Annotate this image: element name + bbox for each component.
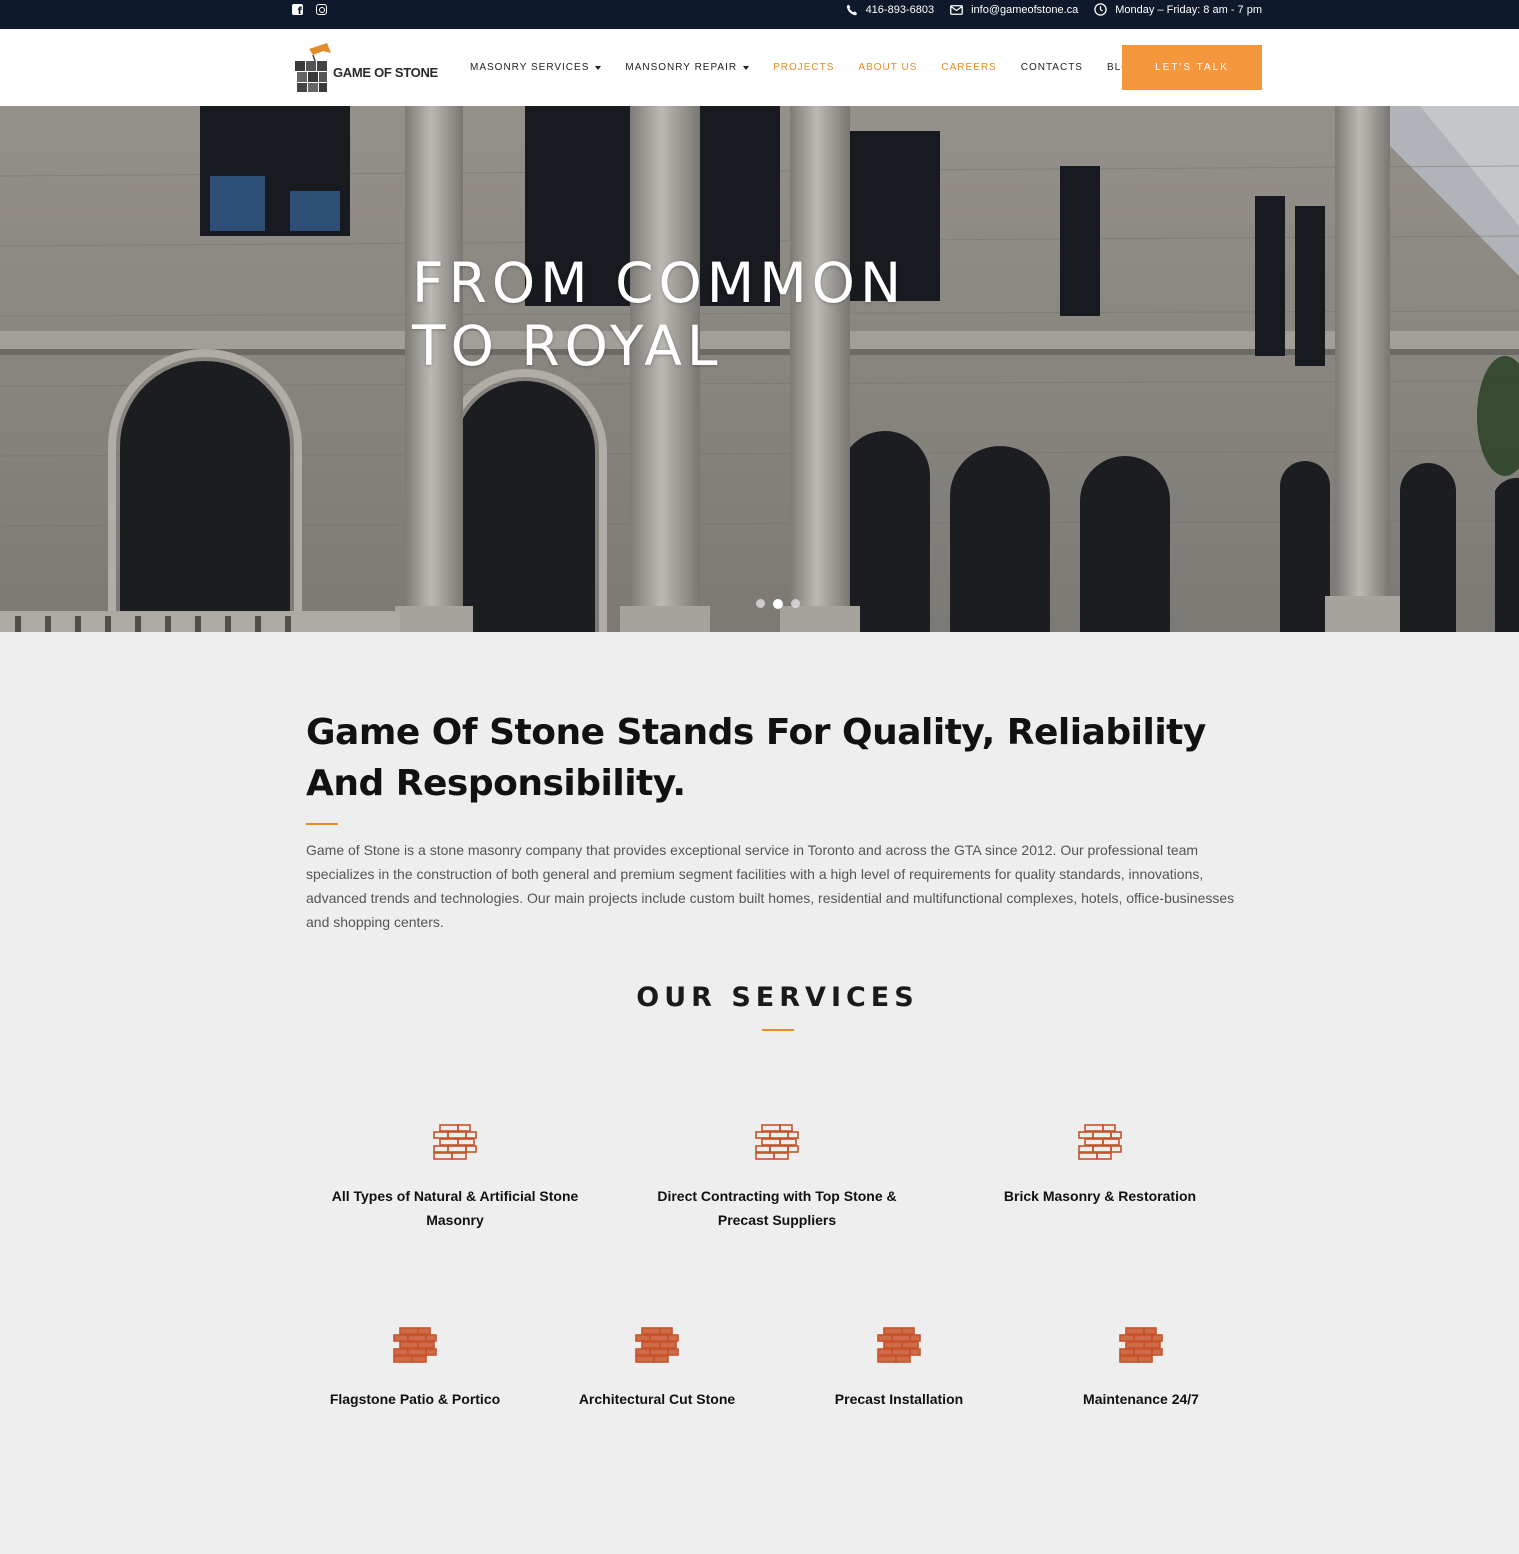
services-title: OUR SERVICES	[636, 982, 919, 1013]
hero-title: FROM COMMON TO ROYAL	[412, 252, 906, 378]
clock-icon	[1094, 3, 1108, 16]
site-header: GAME OF STONE MASONRY SERVICES MANSONRY …	[0, 29, 1519, 106]
instagram-icon[interactable]	[316, 4, 327, 15]
service-label: Direct Contracting with Top Stone & Prec…	[657, 1188, 897, 1228]
top-bar: 416-893-6803 info@gameofstone.ca Monday …	[0, 0, 1519, 29]
service-label: Flagstone Patio & Portico	[329, 1391, 501, 1407]
logo-mark-icon	[295, 43, 331, 92]
nav-projects[interactable]: PROJECTS	[773, 62, 834, 73]
slider-dot-active[interactable]	[773, 598, 783, 609]
business-hours: Monday – Friday: 8 am - 7 pm	[1094, 3, 1262, 16]
nav-careers[interactable]: CAREERS	[941, 62, 996, 73]
brick-icon	[1077, 1124, 1123, 1160]
envelope-icon	[950, 4, 963, 15]
email-address: info@gameofstone.ca	[971, 3, 1079, 16]
nav-masonry-services[interactable]: MASONRY SERVICES	[470, 62, 602, 73]
about-paragraph: Game of Stone is a stone masonry company…	[306, 842, 1235, 930]
chevron-down-icon	[743, 65, 750, 70]
service-label: Brick Masonry & Restoration	[1003, 1188, 1197, 1204]
site-logo[interactable]: GAME OF STONE	[293, 43, 453, 93]
nav-label: ABOUT US	[858, 62, 918, 73]
brick-icon	[1118, 1327, 1164, 1363]
service-label: Precast Installation	[834, 1391, 964, 1407]
nav-label: CONTACTS	[1020, 62, 1083, 73]
social-links	[292, 4, 327, 17]
about-heading: Game Of Stone Stands For Quality, Reliab…	[306, 712, 1206, 804]
hero-title-line-1: FROM COMMON	[412, 251, 907, 315]
nav-masonry-repair[interactable]: MANSONRY REPAIR	[625, 62, 750, 73]
facebook-icon[interactable]	[292, 4, 303, 17]
hours-text: Monday – Friday: 8 am - 7 pm	[1115, 3, 1262, 16]
main-nav: MASONRY SERVICES MANSONRY REPAIR PROJECT…	[470, 62, 1163, 73]
chevron-down-icon	[595, 65, 602, 70]
heading-divider	[306, 823, 338, 825]
nav-label: CAREERS	[941, 62, 997, 73]
lets-talk-button[interactable]: LET'S TALK	[1122, 45, 1262, 90]
service-label: Architectural Cut Stone	[578, 1391, 736, 1407]
slider-dot[interactable]	[756, 599, 765, 608]
nav-contacts[interactable]: CONTACTS	[1021, 62, 1083, 73]
brick-icon	[432, 1124, 478, 1160]
brick-icon	[392, 1327, 438, 1363]
nav-label: MASONRY SERVICES	[470, 62, 590, 73]
nav-about-us[interactable]: ABOUT US	[858, 62, 917, 73]
hero-slider: FROM COMMON TO ROYAL	[0, 106, 1519, 632]
contact-info: 416-893-6803 info@gameofstone.ca Monday …	[846, 3, 1262, 16]
logo-text: GAME OF STONE	[333, 65, 438, 80]
nav-label: PROJECTS	[773, 62, 835, 73]
phone-link[interactable]: 416-893-6803	[846, 3, 935, 16]
slider-dot[interactable]	[791, 599, 800, 608]
brick-icon	[634, 1327, 680, 1363]
phone-number: 416-893-6803	[865, 3, 935, 16]
email-link[interactable]: info@gameofstone.ca	[950, 4, 1078, 16]
hero-title-line-2: TO ROYAL	[412, 314, 723, 378]
services-divider	[762, 1029, 794, 1031]
brick-icon	[754, 1124, 800, 1160]
service-label: Maintenance 24/7	[1083, 1391, 1199, 1407]
phone-icon	[846, 4, 857, 15]
service-label: All Types of Natural & Artificial Stone …	[331, 1188, 579, 1228]
slider-pagination	[756, 598, 800, 609]
nav-label: MANSONRY REPAIR	[625, 62, 738, 73]
brick-icon	[876, 1327, 922, 1363]
